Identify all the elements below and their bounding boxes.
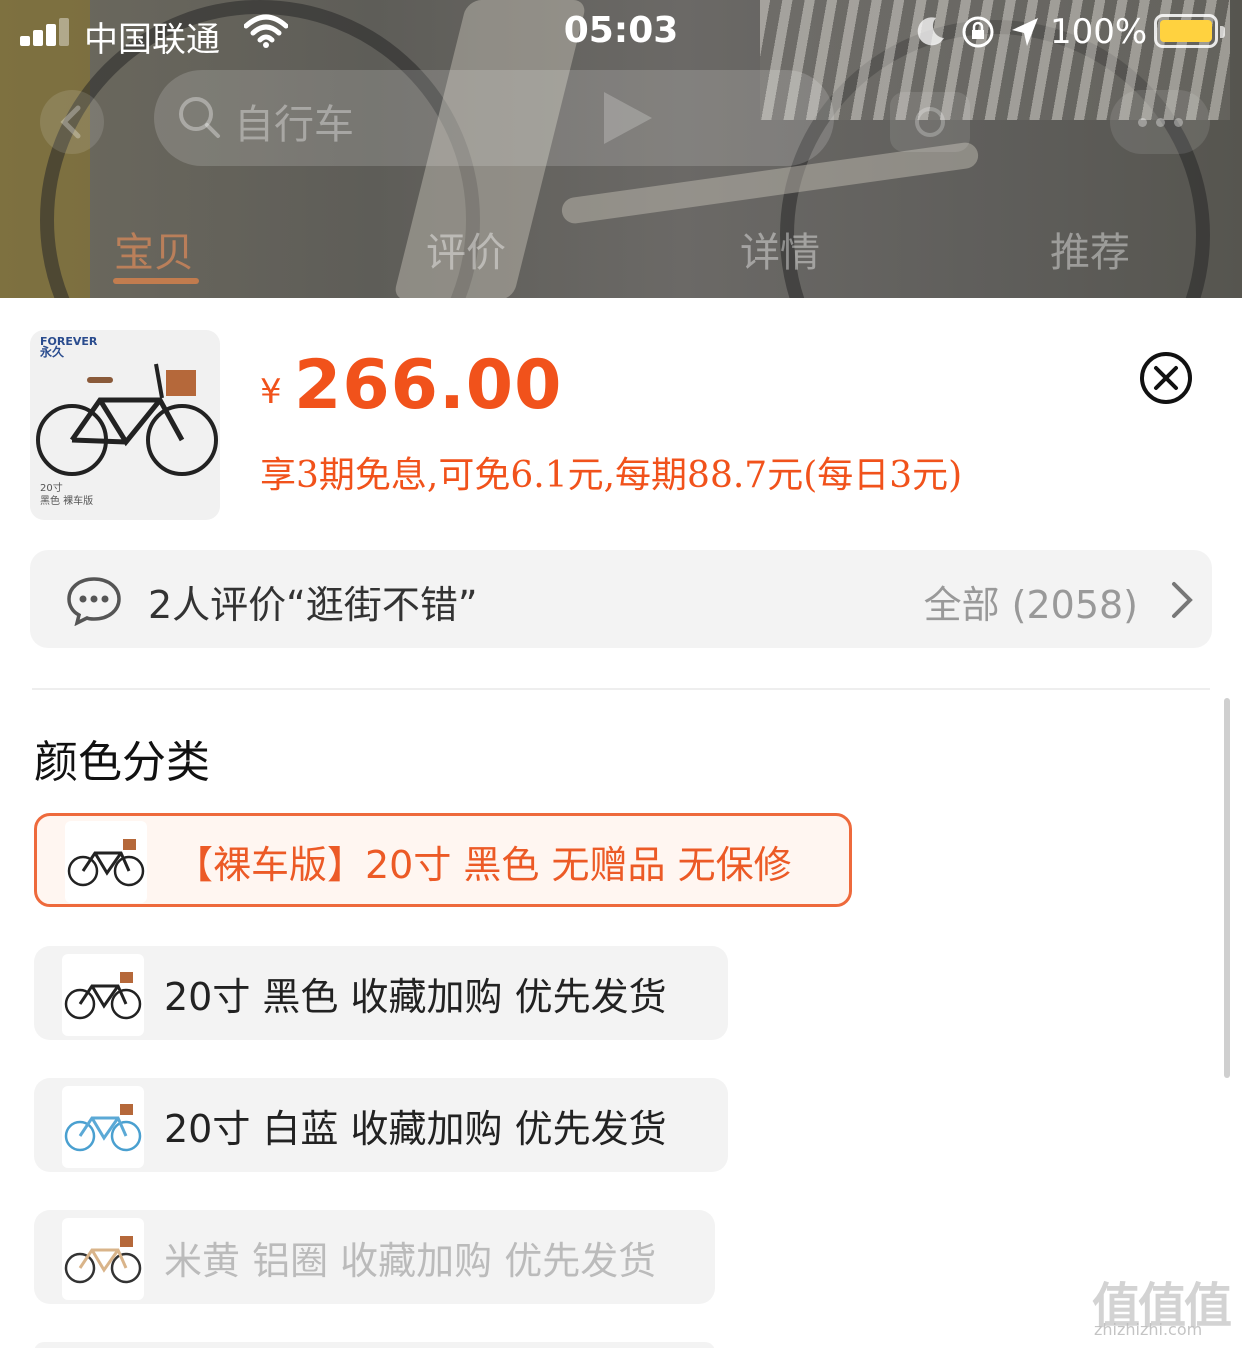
sku-option-0[interactable]: 【裸车版】20寸 黑色 无赠品 无保修: [34, 813, 852, 907]
watermark-url: zhizhizhi.com: [1094, 1320, 1203, 1339]
sku-option-thumbnail: [65, 821, 147, 903]
product-tabs: 宝贝 评价 详情 推荐: [0, 210, 1242, 290]
back-button[interactable]: [40, 90, 104, 154]
sku-option-label: 20寸 黑色 收藏加购 优先发货: [164, 975, 667, 1019]
rotation-lock-icon: [962, 16, 994, 48]
play-video-icon[interactable]: [590, 86, 662, 150]
scrollbar[interactable]: [1224, 698, 1230, 1078]
comment-bubble-icon: [67, 577, 121, 626]
status-bar: 中国联通 05:03 100%: [0, 0, 1242, 64]
sku-selection-sheet: FOREVER 永久 20寸 黑色 裸车版 ¥ 266.00 享3期免息,可免6…: [0, 298, 1242, 1348]
sku-option-label: 【裸车版】20寸 黑色 无赠品 无保修: [175, 843, 792, 887]
sku-option-label: 米黄 铝圈 收藏加购 优先发货: [164, 1239, 657, 1283]
installment-info: 享3期免息,可免6.1元,每期88.7元(每日3元): [260, 455, 963, 496]
sku-option-thumbnail: [62, 1218, 144, 1300]
close-icon[interactable]: [1138, 350, 1194, 406]
thumbnail-caption: 20寸 黑色 裸车版: [40, 482, 93, 508]
sku-option-1[interactable]: 20寸 黑色 收藏加购 优先发货: [34, 946, 728, 1040]
bicycle-icon: [64, 1104, 142, 1152]
color-category-title: 颜色分类: [34, 737, 210, 788]
review-count: 全部 (2058): [923, 583, 1138, 627]
tab-recommend[interactable]: 推荐: [1050, 220, 1130, 278]
review-highlight: 2人评价“逛街不错”: [148, 583, 478, 627]
section-divider: [32, 688, 1210, 690]
chevron-left-icon: [60, 105, 81, 139]
more-options-button[interactable]: [1110, 90, 1210, 154]
bicycle-icon: [64, 972, 142, 1020]
battery-icon: [1154, 14, 1225, 48]
product-price: 266.00: [294, 346, 563, 425]
sku-option-thumbnail: [62, 954, 144, 1036]
search-query: 自行车: [234, 102, 354, 148]
chevron-right-icon: [1172, 582, 1193, 618]
tab-item[interactable]: 宝贝: [114, 220, 194, 278]
sku-option-4[interactable]: [34, 1342, 715, 1348]
review-summary-bar[interactable]: 2人评价“逛街不错” 全部 (2058): [30, 550, 1212, 648]
sku-option-2[interactable]: 20寸 白蓝 收藏加购 优先发货: [34, 1078, 728, 1172]
sku-option-label: 20寸 白蓝 收藏加购 优先发货: [164, 1107, 667, 1151]
sku-option-thumbnail: [62, 1086, 144, 1168]
do-not-disturb-icon: [917, 17, 944, 46]
currency-symbol: ¥: [260, 372, 282, 412]
tab-reviews[interactable]: 评价: [426, 220, 506, 278]
sku-option-3[interactable]: 米黄 铝圈 收藏加购 优先发货: [34, 1210, 715, 1304]
thumb-size: 20寸: [40, 483, 63, 494]
thumb-variant: 黑色 裸车版: [40, 496, 94, 507]
product-thumbnail[interactable]: FOREVER 永久 20寸 黑色 裸车版: [30, 330, 220, 520]
active-tab-indicator: [113, 278, 199, 284]
search-icon: [179, 97, 220, 138]
camera-search-button[interactable]: [890, 92, 970, 152]
tab-details[interactable]: 详情: [740, 220, 820, 278]
location-arrow-icon: [1012, 18, 1038, 46]
product-hero-image: 中国联通 05:03 100% 自行车 宝贝 评价 详情 推荐: [0, 0, 1242, 300]
bicycle-icon: [64, 1236, 142, 1284]
battery-percentage: 100%: [1050, 12, 1148, 52]
camera-icon: [915, 107, 945, 137]
bicycle-icon: [67, 839, 145, 887]
search-input[interactable]: 自行车: [154, 70, 834, 166]
